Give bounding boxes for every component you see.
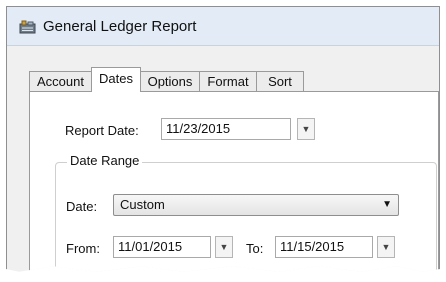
report-date-dropdown[interactable]: ▼	[297, 118, 315, 140]
to-date-dropdown[interactable]: ▼	[377, 236, 395, 258]
triangle-down-icon: ▼	[301, 124, 311, 134]
report-window: General Ledger Report Account Dates Opti…	[6, 6, 440, 272]
triangle-down-icon: ▼	[219, 242, 229, 252]
to-label: To:	[246, 241, 264, 256]
to-date-field[interactable]: 11/15/2015	[275, 236, 373, 258]
tab-format[interactable]: Format	[199, 71, 257, 91]
date-range-label: Date Range	[67, 153, 143, 168]
date-label: Date:	[66, 199, 98, 214]
window-title: General Ledger Report	[43, 18, 197, 35]
from-label: From:	[66, 241, 100, 256]
date-range-select[interactable]: Custom ▼	[113, 194, 399, 216]
tab-dates[interactable]: Dates	[91, 67, 141, 92]
date-range-group	[55, 162, 437, 272]
date-range-value: Custom	[120, 197, 165, 212]
triangle-down-icon: ▼	[382, 199, 392, 210]
ledger-app-icon	[19, 20, 37, 34]
report-date-field[interactable]: 11/23/2015	[161, 118, 291, 140]
tab-account[interactable]: Account	[29, 71, 92, 91]
triangle-down-icon: ▼	[381, 242, 391, 252]
from-date-dropdown[interactable]: ▼	[215, 236, 233, 258]
report-date-label: Report Date:	[65, 123, 139, 138]
tab-options[interactable]: Options	[140, 71, 200, 91]
tab-sort[interactable]: Sort	[256, 71, 304, 91]
title-bar: General Ledger Report	[7, 7, 439, 46]
from-date-field[interactable]: 11/01/2015	[113, 236, 211, 258]
